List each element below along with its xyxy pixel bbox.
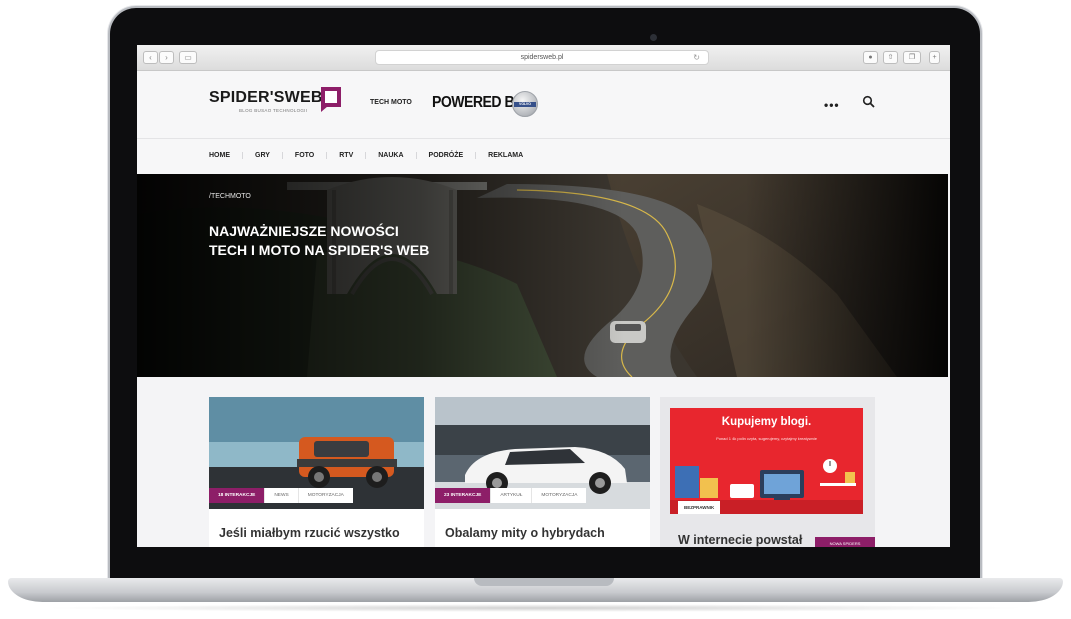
article-card[interactable]: 23 INTERAKCJE ARTYKUŁ MOTORYZACJA Obalam… (435, 397, 650, 547)
webcam (650, 34, 657, 41)
nav-item-podroze[interactable]: PODRÓŻE (415, 152, 476, 159)
logo-tagline: BLOG BUSAO TECHNOLOGII (239, 108, 308, 113)
back-icon[interactable]: ‹ (143, 51, 158, 64)
reload-icon[interactable]: ↻ (693, 51, 700, 64)
speech-bubble-logo-icon (321, 87, 341, 112)
tech-moto-link[interactable]: TECH MOTO (370, 99, 412, 106)
site-logo[interactable]: SPIDER'SWEB BLOG BUSAO TECHNOLOGII (209, 87, 341, 113)
promo-card[interactable]: Kupujemy blogi. Ponad 1 4k polin czyta, … (660, 397, 875, 547)
interactions-badge[interactable]: 23 INTERAKCJE (435, 488, 491, 503)
volvo-logo-icon: VOLVO (512, 91, 538, 117)
share-icon[interactable]: ⇧ (883, 51, 898, 64)
hero-road-image (137, 174, 948, 377)
browser-toolbar: ‹ › ▭ spidersweb.pl ↻ ● ⇧ ❐ + (137, 45, 950, 71)
forward-icon[interactable]: › (159, 51, 174, 64)
article-card[interactable]: 18 INTERAKCJE NEWS MOTORYZACJA Jeśli mia… (209, 397, 424, 547)
sidebar-icon[interactable]: ▭ (179, 51, 197, 64)
promo-tag[interactable]: NOWA SPIDERS (815, 537, 875, 547)
nav-item-reklama[interactable]: REKLAMA (475, 152, 535, 159)
main-navigation: HOME GRY FOTO RTV NAUKA PODRÓŻE REKLAMA (137, 139, 950, 174)
hero-banner[interactable]: /TECHMOTO NAJWAŻNIEJSZE NOWOŚCI TECH I M… (137, 174, 948, 377)
logo-text: SPIDER'SWEB (209, 89, 323, 106)
address-bar[interactable]: spidersweb.pl ↻ (375, 50, 709, 65)
hero-category-label[interactable]: /TECHMOTO (209, 193, 251, 200)
tag-news[interactable]: NEWS (264, 488, 297, 503)
volvo-label: VOLVO (514, 102, 536, 107)
tag-artykul[interactable]: ARTYKUŁ (490, 488, 531, 503)
hero-title[interactable]: NAJWAŻNIEJSZE NOWOŚCI TECH I MOTO NA SPI… (209, 222, 439, 260)
laptop-notch (474, 578, 614, 586)
powered-by-text: POWERED BY (432, 94, 523, 111)
promo-title: Kupujemy blogi. (721, 416, 812, 428)
articles-section: 18 INTERAKCJE NEWS MOTORYZACJA Jeśli mia… (137, 377, 950, 547)
nav-item-nauka[interactable]: NAUKA (365, 152, 415, 159)
extension-icon[interactable]: ● (863, 51, 878, 64)
article-meta: 23 INTERAKCJE ARTYKUŁ MOTORYZACJA (435, 488, 587, 503)
promo-banner[interactable]: Kupujemy blogi. Ponad 1 4k polin czyta, … (670, 408, 863, 514)
new-tab-icon[interactable]: + (929, 51, 940, 64)
nav-item-gry[interactable]: GRY (242, 152, 282, 159)
tag-motoryzacja[interactable]: MOTORYZACJA (297, 488, 353, 503)
search-icon[interactable] (862, 95, 876, 109)
promo-subtitle: Ponad 1 4k polin czyta, sugerujemy, czyt… (716, 436, 817, 441)
tabs-icon[interactable]: ❐ (903, 51, 921, 64)
laptop-base (8, 578, 1063, 602)
nav-item-foto[interactable]: FOTO (281, 152, 326, 159)
article-title[interactable]: Jeśli miałbym rzucić wszystko (219, 525, 419, 541)
interactions-badge[interactable]: 18 INTERAKCJE (209, 488, 265, 503)
nav-item-rtv[interactable]: RTV (326, 152, 365, 159)
promo-headline[interactable]: W internecie powstał (678, 533, 802, 547)
article-title[interactable]: Obalamy mity o hybrydach (445, 525, 645, 541)
laptop-screen: ‹ › ▭ spidersweb.pl ↻ ● ⇧ ❐ + SPIDER'SWE… (137, 45, 950, 547)
more-icon[interactable]: ••• (824, 98, 840, 112)
tag-motoryzacja[interactable]: MOTORYZACJA (531, 488, 586, 503)
nav-item-home[interactable]: HOME (209, 152, 242, 159)
site-header: SPIDER'SWEB BLOG BUSAO TECHNOLOGII TECH … (137, 71, 950, 139)
article-meta: 18 INTERAKCJE NEWS MOTORYZACJA (209, 488, 353, 503)
promo-badge[interactable]: BEZPRAWNIK (678, 501, 721, 514)
laptop-shadow (40, 604, 1030, 612)
url-text: spidersweb.pl (520, 54, 564, 61)
